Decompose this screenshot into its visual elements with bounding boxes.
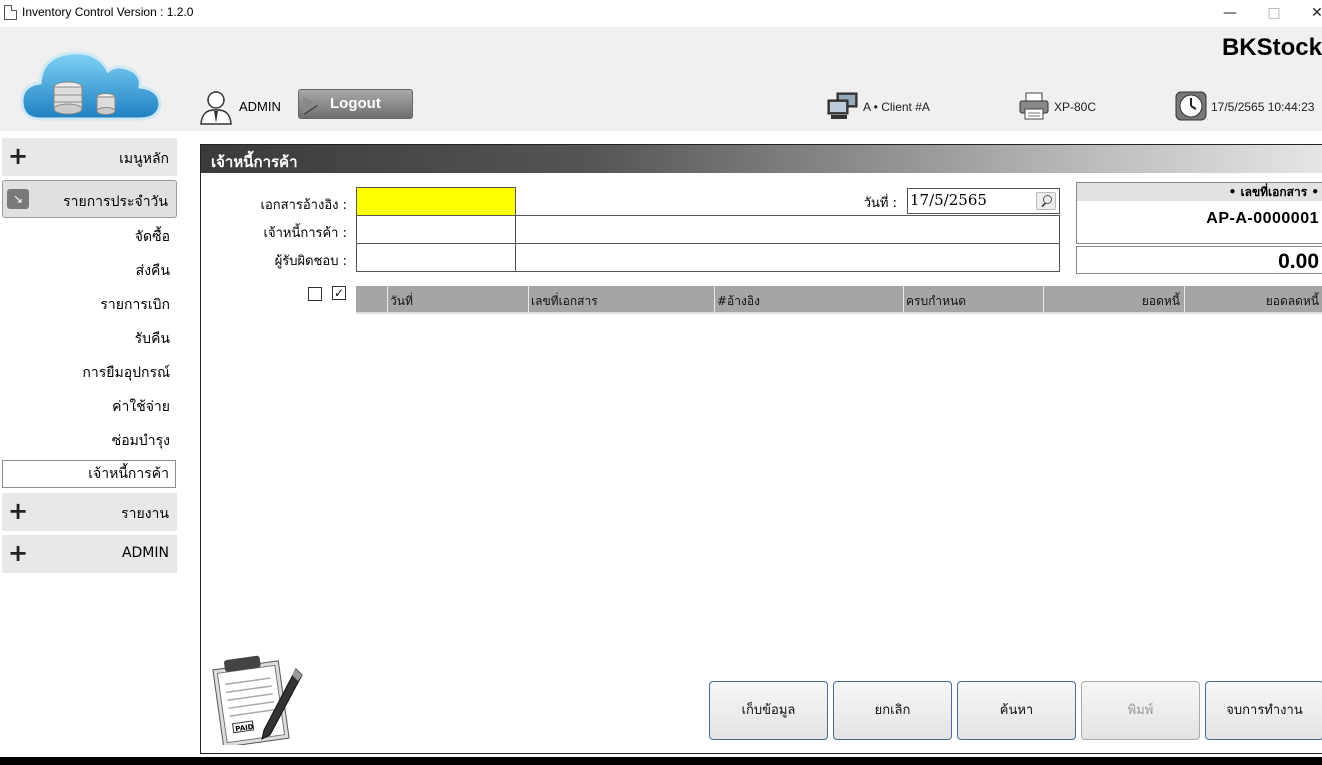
creditor-code-input[interactable]	[356, 215, 516, 244]
search-button[interactable]: ค้นหา	[957, 681, 1076, 740]
responsible-code-input[interactable]	[356, 243, 516, 272]
save-button[interactable]: เก็บข้อมูล	[709, 681, 828, 740]
check-all-checkbox[interactable]: ✓	[332, 286, 346, 300]
creditor-name-field[interactable]	[515, 215, 1060, 244]
window-titlebar: Inventory Control Version : 1.2.0 — □ ✕	[0, 0, 1322, 27]
brand-name: BKStock	[1221, 34, 1322, 61]
cancel-button[interactable]: ยกเลิก	[833, 681, 952, 740]
taskbar-edge	[0, 757, 1322, 765]
logout-button[interactable]: Logout	[298, 89, 413, 119]
sidebar-daily-label: รายการประจำวัน	[63, 194, 168, 210]
date-label: วันที่ :	[863, 196, 897, 211]
grid-col-doc-no[interactable]: เลขที่เอกสาร	[528, 286, 714, 314]
app-icon	[4, 5, 17, 20]
sidebar-item-expenses[interactable]: ค่าใช้จ่าย	[112, 396, 170, 418]
network-computer-icon	[827, 92, 858, 119]
sidebar-item-maintenance[interactable]: ซ่อมบำรุง	[112, 430, 170, 452]
close-button[interactable]: ✕	[1302, 2, 1322, 24]
grid-col-date[interactable]: วันที่	[387, 286, 528, 314]
sidebar-admin[interactable]: + ADMIN	[2, 535, 177, 573]
ref-doc-label: เอกสารอ้างอิง :	[260, 198, 347, 213]
maximize-button[interactable]: □	[1259, 2, 1289, 24]
cloud-database-logo	[20, 51, 162, 121]
app-header: BKStock ADMIN Logout A • Client #A XP-80…	[0, 27, 1322, 131]
plus-icon: +	[8, 142, 29, 170]
print-button[interactable]: พิมพ์	[1081, 681, 1200, 740]
sidebar-admin-label: ADMIN	[121, 545, 169, 561]
sidebar-item-purchase[interactable]: จัดซื้อ	[135, 226, 170, 248]
sidebar-daily[interactable]: ↘ รายการประจำวัน	[2, 180, 177, 218]
sidebar-main-menu-label: เมนูหลัก	[119, 151, 169, 167]
date-input[interactable]: 17/5/2565	[907, 188, 1060, 214]
sidebar-item-return[interactable]: ส่งคืน	[136, 260, 170, 282]
plus-icon: +	[8, 539, 29, 567]
grid-col-debt[interactable]: ยอดหนี้	[1043, 286, 1184, 314]
grid-col-credit-note[interactable]: ยอดลดหนี้	[1184, 286, 1322, 314]
finish-button[interactable]: จบการทำงาน	[1205, 681, 1322, 740]
ref-doc-input[interactable]	[356, 187, 516, 216]
doc-number-label: • เลขที่เอกสาร •	[1077, 183, 1322, 201]
sidebar-reports-label: รายงาน	[121, 506, 169, 522]
sidebar-item-withdraw[interactable]: รายการเบิก	[100, 294, 170, 316]
date-value: 17/5/2565	[910, 191, 987, 209]
doc-number-box: • เลขที่เอกสาร • AP-A-0000001	[1076, 182, 1322, 244]
creditor-label: เจ้าหนี้การค้า :	[263, 226, 347, 241]
play-icon	[303, 96, 317, 114]
doc-number-value: AP-A-0000001	[1206, 210, 1319, 227]
clock-icon	[1175, 91, 1207, 121]
sidebar-item-creditors[interactable]: เจ้าหนี้การค้า	[2, 460, 176, 488]
datetime-status: 17/5/2565 10:44:23	[1175, 91, 1322, 121]
uncheck-all-checkbox[interactable]	[308, 287, 322, 301]
plus-icon: +	[8, 497, 29, 525]
total-amount: 0.00	[1076, 246, 1322, 274]
grid-col-ref[interactable]: #อ้างอิง	[714, 286, 903, 314]
panel-title: เจ้าหนี้การค้า	[201, 145, 1322, 173]
window-title: Inventory Control Version : 1.2.0	[22, 5, 194, 19]
user-name: ADMIN	[239, 99, 281, 114]
client-name: A • Client #A	[863, 100, 930, 114]
collapse-arrow-icon: ↘	[7, 189, 29, 209]
client-status: A • Client #A	[827, 91, 947, 121]
sidebar-item-receive-return[interactable]: รับคืน	[135, 328, 170, 350]
sidebar-item-borrow-equipment[interactable]: การยืมอุปกรณ์	[82, 362, 170, 384]
user-icon	[200, 91, 232, 125]
responsible-label: ผู้รับผิดชอบ :	[274, 254, 347, 269]
minimize-button[interactable]: —	[1215, 2, 1245, 24]
grid-col-select	[356, 286, 387, 314]
grid-col-due[interactable]: ครบกำหนด	[903, 286, 1043, 314]
paid-invoice-icon: PAID	[212, 655, 303, 745]
printer-status: XP-80C	[1018, 91, 1108, 121]
printer-icon	[1019, 92, 1049, 120]
date-picker-icon[interactable]	[1036, 192, 1056, 210]
logout-label: Logout	[330, 95, 381, 112]
datetime-value: 17/5/2565 10:44:23	[1211, 100, 1315, 114]
creditors-panel: เจ้าหนี้การค้า เอกสารอ้างอิง : เจ้าหนี้ก…	[200, 144, 1322, 754]
sidebar-reports[interactable]: + รายงาน	[2, 493, 177, 531]
sidebar-main-menu[interactable]: + เมนูหลัก	[2, 138, 177, 176]
responsible-name-field[interactable]	[515, 243, 1060, 272]
printer-name: XP-80C	[1054, 100, 1097, 114]
grid-header: วันที่ เลขที่เอกสาร #อ้างอิง ครบกำหนด ยอ…	[356, 286, 1322, 314]
